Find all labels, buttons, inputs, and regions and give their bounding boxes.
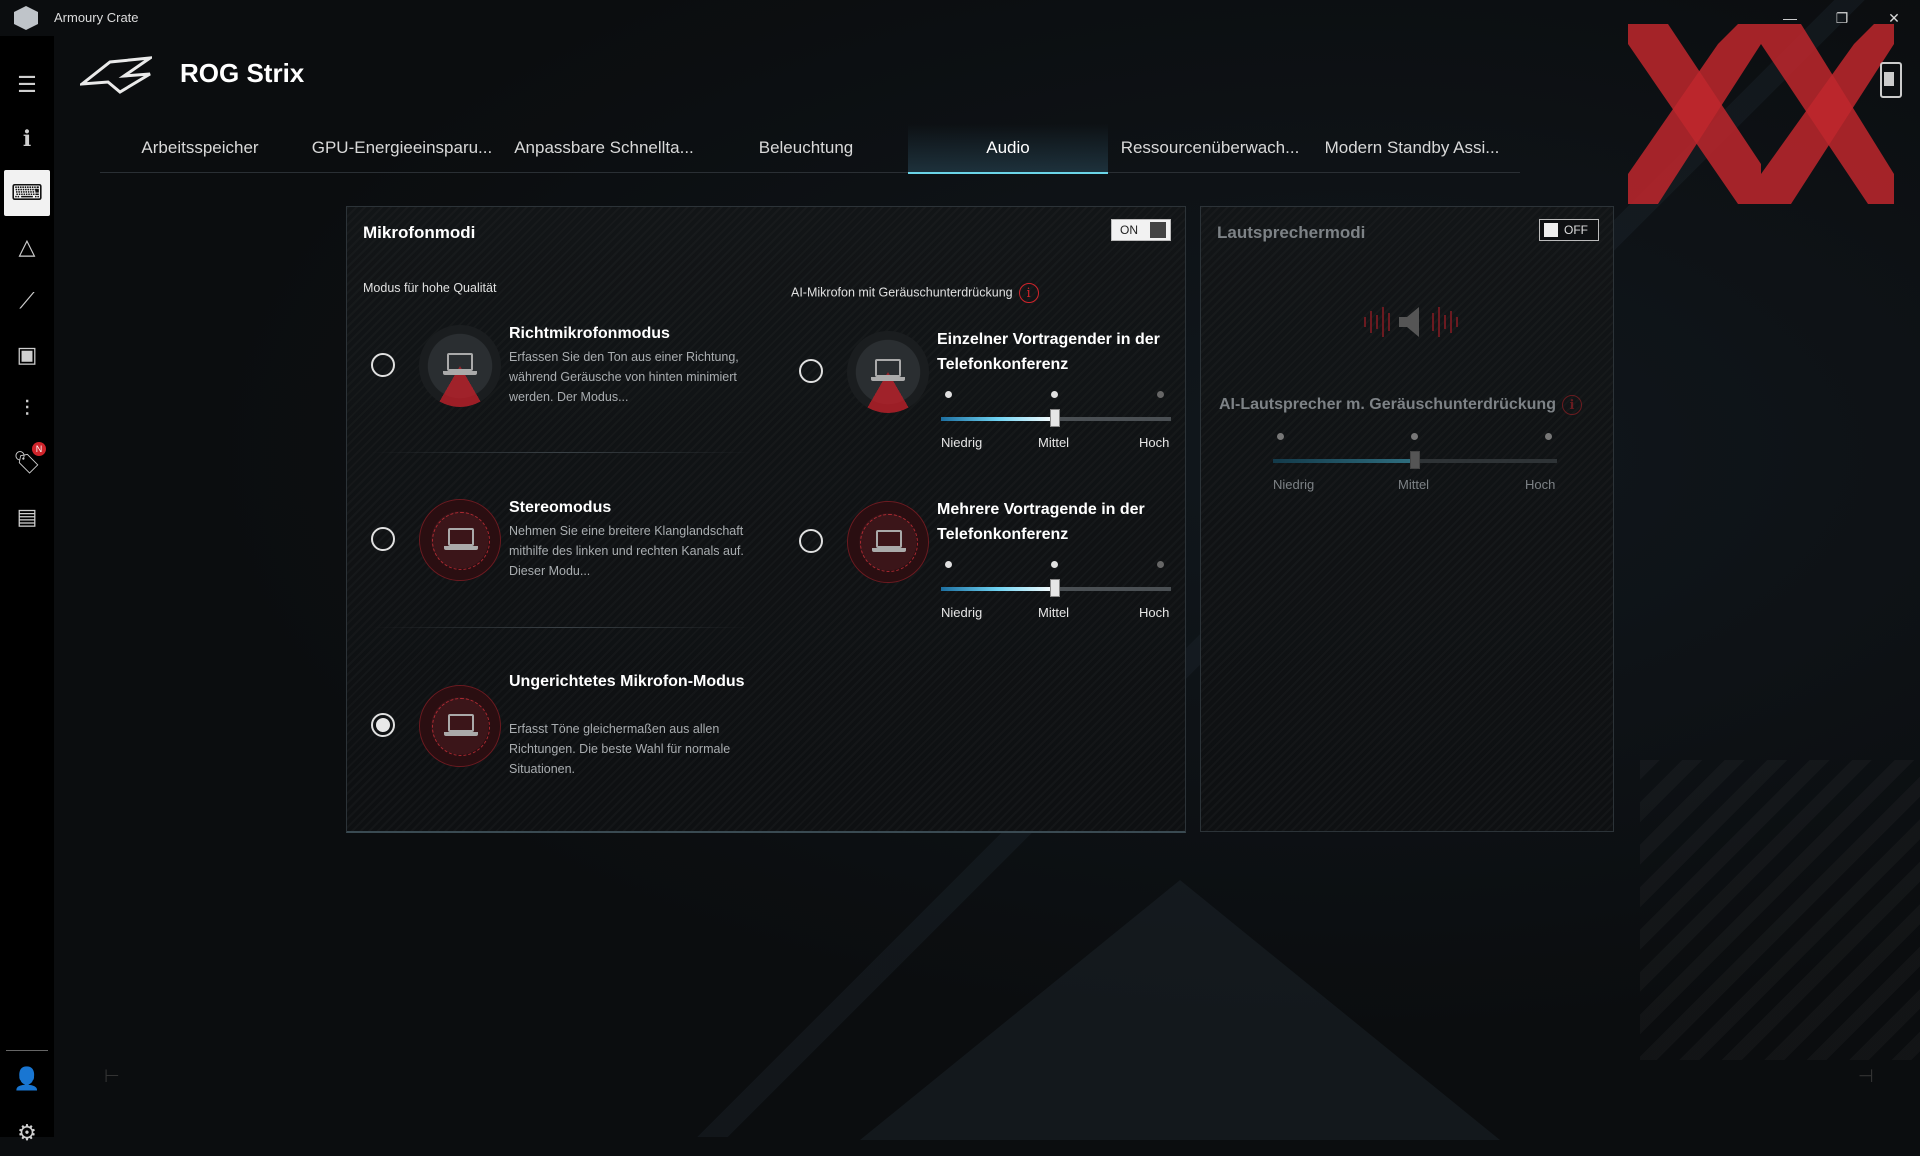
- directional-mic-icon: [419, 325, 501, 407]
- omnidirectional-mic-icon: [419, 685, 501, 767]
- slider-dot: [945, 561, 952, 568]
- rog-eye-logo: [80, 56, 152, 94]
- tab-gpu[interactable]: GPU-Energieeinsparu...: [302, 124, 502, 172]
- slider-dot: [945, 391, 952, 398]
- equalizer-icon[interactable]: ⫶: [4, 386, 50, 432]
- xx-watermark-logo: [1628, 24, 1894, 204]
- toggle-knob: [1544, 223, 1558, 237]
- news-icon[interactable]: ▤: [4, 494, 50, 540]
- slider-dot: [1277, 433, 1284, 440]
- tab-modern-standby[interactable]: Modern Standby Assi...: [1312, 124, 1512, 172]
- slider-thumb[interactable]: [1050, 579, 1060, 597]
- ai-section-label-text: AI-Mikrofon mit Geräuschunterdrückung: [791, 285, 1013, 300]
- ai-mode-title: Einzelner Vortragender in der Telefonkon…: [937, 331, 1160, 373]
- slider-dot: [1157, 391, 1164, 398]
- slider-fill: [1273, 459, 1415, 463]
- mic-panel-title: Mikrofonmodi: [363, 223, 476, 242]
- game-library-icon[interactable]: ▣: [4, 332, 50, 378]
- single-speaker-level-slider[interactable]: Niedrig Mittel Hoch: [941, 391, 1171, 450]
- speaker-wave-icon: [1364, 307, 1458, 337]
- level-high-label: Hoch: [1139, 435, 1170, 450]
- mode-title: Ungerichtetes Mikrofon-Modus: [509, 673, 745, 690]
- level-low-label: Niedrig: [941, 605, 983, 620]
- tab-beleuchtung[interactable]: Beleuchtung: [706, 124, 906, 172]
- ai-section-label: AI-Mikrofon mit Geräuschunterdrückung i: [791, 283, 1039, 303]
- speaker-level-slider[interactable]: Niedrig Mittel Hoch: [1273, 433, 1557, 492]
- background-triangle: [860, 880, 1500, 1140]
- info-icon[interactable]: ℹ: [4, 116, 50, 162]
- mode-desc: Erfasst Töne gleichermaßen aus allen Ric…: [509, 722, 731, 776]
- sidebar-divider: [6, 1050, 48, 1051]
- new-badge: N: [32, 442, 46, 456]
- app-title: Armoury Crate: [54, 10, 139, 25]
- level-high-label: Hoch: [1525, 477, 1556, 492]
- slider-thumb[interactable]: [1050, 409, 1060, 427]
- info-circle-icon[interactable]: i: [1018, 283, 1039, 303]
- ai-mode-title: Mehrere Vortragende in der Telefonkonfer…: [937, 501, 1145, 543]
- radio-multi-speaker[interactable]: [799, 529, 823, 553]
- tab-arbeitsspeicher[interactable]: Arbeitsspeicher: [100, 124, 300, 172]
- radio-stereo[interactable]: [371, 527, 395, 551]
- level-low-label: Niedrig: [1273, 477, 1315, 492]
- phone-icon[interactable]: [1880, 62, 1902, 98]
- mode-title: Stereomodus: [509, 499, 612, 516]
- deals-item[interactable]: 🏷 N: [4, 440, 50, 486]
- rog-icon[interactable]: ⟋: [4, 278, 50, 324]
- user-icon[interactable]: 👤: [4, 1056, 50, 1102]
- quality-section-label: Modus für hohe Qualität: [363, 281, 497, 295]
- speaker-toggle[interactable]: OFF: [1539, 219, 1599, 241]
- settings-icon[interactable]: ⚙: [4, 1110, 50, 1156]
- tab-schnelltasten[interactable]: Anpassbare Schnellta...: [504, 124, 704, 172]
- level-mid-label: Mittel: [1398, 477, 1430, 492]
- level-mid-label: Mittel: [1038, 435, 1070, 450]
- mode-desc: Nehmen Sie eine breitere Klanglandschaft…: [509, 524, 744, 578]
- speaker-panel-title: Lautsprechermodi: [1217, 223, 1366, 242]
- radio-richtmikrofon[interactable]: [371, 353, 395, 377]
- tab-audio[interactable]: Audio: [908, 124, 1108, 174]
- corner-mark: ⊢: [104, 1066, 120, 1086]
- menu-icon[interactable]: ☰: [4, 62, 50, 108]
- slider-dot: [1545, 433, 1552, 440]
- info-circle-icon[interactable]: i: [1561, 395, 1582, 415]
- slider-dot: [1157, 561, 1164, 568]
- app-logo-icon: [14, 6, 38, 30]
- speaker-toggle-label: OFF: [1564, 223, 1588, 237]
- stereo-mic-icon: [419, 499, 501, 581]
- speaker-ai-label: AI-Lautsprecher m. Geräuschunterdrückung…: [1219, 395, 1582, 415]
- slider-dot: [1411, 433, 1418, 440]
- slider-dot: [1051, 561, 1058, 568]
- speaker-modes-panel: Lautsprechermodi OFF AI-Lautsprecher m. …: [1200, 206, 1614, 832]
- mic-modes-panel: Mikrofonmodi ON Modus für hohe Qualität …: [346, 206, 1186, 833]
- device-icon[interactable]: ⌨: [4, 170, 50, 216]
- mode-title: Richtmikrofonmodus: [509, 325, 670, 342]
- product-title: ROG Strix: [180, 58, 305, 88]
- mic-toggle[interactable]: ON: [1111, 219, 1171, 241]
- multi-speaker-level-slider[interactable]: Niedrig Mittel Hoch: [941, 561, 1171, 620]
- slider-thumb[interactable]: [1410, 451, 1420, 469]
- slider-fill: [941, 587, 1055, 591]
- slider-dot: [1051, 391, 1058, 398]
- single-speaker-icon: [847, 331, 929, 413]
- slider-fill: [941, 417, 1055, 421]
- sidebar: ☰ ℹ ⌨ △ ⟋ ▣ ⫶ 🏷 N ▤ 👤 ⚙: [0, 36, 54, 1145]
- background-stripes: [1640, 760, 1920, 1060]
- tab-ressourcen[interactable]: Ressourcenüberwach...: [1110, 124, 1310, 172]
- aura-icon[interactable]: △: [4, 224, 50, 270]
- radio-omnidirectional[interactable]: [371, 713, 395, 737]
- level-mid-label: Mittel: [1038, 605, 1070, 620]
- level-low-label: Niedrig: [941, 435, 983, 450]
- speaker-ai-label-text: AI-Lautsprecher m. Geräuschunterdrückung: [1219, 396, 1556, 414]
- tab-bar: Arbeitsspeicher GPU-Energieeinsparu... A…: [100, 124, 1520, 174]
- separator: [371, 452, 751, 453]
- toggle-knob: [1150, 222, 1166, 238]
- multi-speaker-icon: [847, 501, 929, 583]
- corner-mark: ⊣: [1858, 1066, 1874, 1086]
- level-high-label: Hoch: [1139, 605, 1170, 620]
- mic-toggle-label: ON: [1120, 223, 1138, 237]
- separator: [371, 627, 751, 628]
- mode-desc: Erfassen Sie den Ton aus einer Richtung,…: [509, 350, 739, 404]
- radio-single-speaker[interactable]: [799, 359, 823, 383]
